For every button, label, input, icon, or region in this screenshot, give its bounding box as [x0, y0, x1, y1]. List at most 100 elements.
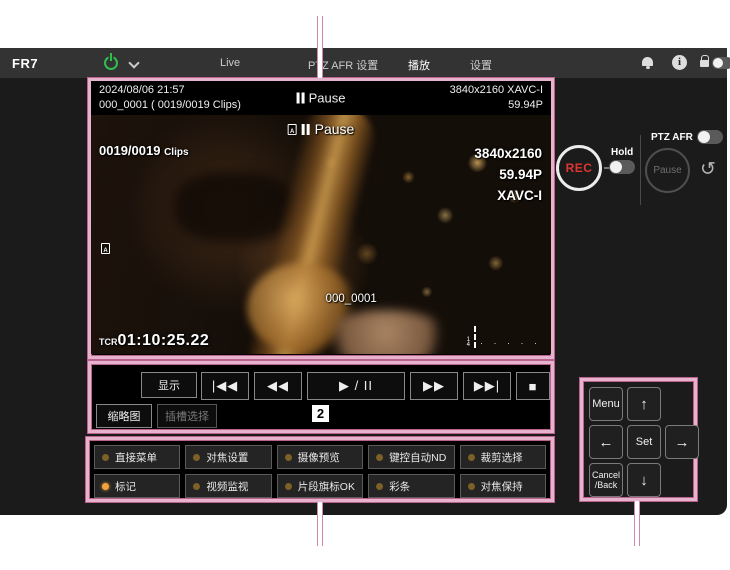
display-button[interactable]: 显示: [141, 372, 197, 398]
framerate-text: 59.94P: [508, 99, 543, 111]
timecode-value: 01:10:25.22: [118, 332, 210, 349]
cancel-back-button[interactable]: Cancel /Back: [589, 463, 623, 497]
assignable-label: 彩条: [389, 479, 410, 494]
assignable-button-rec-review[interactable]: 摄像预览: [277, 445, 363, 469]
lock-icon: [700, 60, 709, 67]
dpad-down-button[interactable]: ↓: [627, 463, 661, 497]
osd-clips-count: 0019/0019: [99, 143, 160, 158]
assignable-button-focus-setting[interactable]: 对焦设置: [185, 445, 271, 469]
led-indicator: [376, 454, 383, 461]
assignable-button-crop-select[interactable]: 裁剪选择: [460, 445, 546, 469]
tab-settings[interactable]: 设置: [470, 57, 492, 73]
assignable-grid: 直接菜单 对焦设置 摄像预览 键控自动ND 裁剪选择 标记: [94, 445, 546, 494]
led-indicator: [376, 483, 383, 490]
menu-button[interactable]: Menu: [589, 387, 623, 421]
rewind-button[interactable]: ◀◀: [254, 372, 302, 400]
media-card-icon: [288, 124, 297, 135]
info-icon[interactable]: [672, 55, 687, 70]
led-indicator: [468, 454, 475, 461]
chevron-down-icon[interactable]: [128, 57, 139, 68]
dpad-panel: Menu ↑ ← Set → Cancel /Back ↓: [580, 378, 697, 501]
fast-forward-button[interactable]: ▶▶: [410, 372, 458, 400]
meter-bar: [474, 326, 476, 348]
assignable-label: 片段旗标OK: [298, 479, 355, 494]
dpad-up-button[interactable]: ↑: [627, 387, 661, 421]
assignable-label: 键控自动ND: [389, 450, 446, 465]
meter-channels: 1 4: [467, 338, 470, 348]
thumbnail-button[interactable]: 缩略图: [96, 404, 152, 428]
media-card-icon: [101, 243, 110, 254]
osd-format-stack: 3840x2160 59.94P XAVC-I: [474, 143, 542, 206]
assignable-button-color-bars[interactable]: 彩条: [368, 474, 454, 498]
assignable-button-marker[interactable]: 标记: [94, 474, 180, 498]
playback-controls-panel: 显示 |◀◀ ◀◀ ▶ / II ▶▶ ▶▶| ■ 缩略图 插槽选择 2: [88, 361, 554, 433]
osd-codec: XAVC-I: [474, 185, 542, 206]
assignable-label: 视频监视: [206, 479, 248, 494]
assignable-label: 裁剪选择: [481, 450, 523, 465]
led-indicator: [285, 454, 292, 461]
assignable-button-focus-hold[interactable]: 对焦保持: [460, 474, 546, 498]
assignable-button-clip-flag-ok[interactable]: 片段旗标OK: [277, 474, 363, 498]
bell-icon[interactable]: [642, 57, 653, 66]
osd-clips-suffix: Clips: [164, 147, 188, 158]
callout-line-top: [317, 16, 323, 78]
tab-live[interactable]: Live: [220, 57, 240, 69]
screenshot-stage: FR7 Live PTZ AFR 设置 播放 设置 REC Hold PTZ A…: [0, 0, 730, 570]
rec-button[interactable]: REC: [556, 145, 602, 191]
led-indicator: [193, 483, 200, 490]
hold-toggle[interactable]: [609, 160, 635, 174]
assignable-button-direct-menu[interactable]: 直接菜单: [94, 445, 180, 469]
osd-timecode: TCR01:10:25.22: [99, 332, 209, 350]
lock-toggle[interactable]: [712, 57, 730, 69]
led-indicator: [102, 454, 109, 461]
ptz-afr-toggle[interactable]: [697, 130, 723, 144]
stop-button[interactable]: ■: [516, 372, 550, 400]
pause-icon: [297, 93, 305, 104]
led-indicator: [285, 483, 292, 490]
led-indicator: [468, 483, 475, 490]
skip-forward-button[interactable]: ▶▶|: [463, 372, 511, 400]
osd-pause-label: Pause: [315, 121, 355, 137]
osd-framerate: 59.94P: [474, 164, 542, 185]
ptz-pause-button[interactable]: Pause: [645, 148, 690, 193]
led-indicator: [193, 454, 200, 461]
skip-back-button[interactable]: |◀◀: [201, 372, 249, 400]
tcr-label: TCR: [99, 337, 118, 347]
pause-icon: [302, 124, 310, 135]
osd-resolution: 3840x2160: [474, 143, 542, 164]
set-button[interactable]: Set: [627, 425, 661, 459]
video-preview[interactable]: Pause 0019/0019 Clips 3840x2160 59.94P X…: [91, 115, 551, 354]
tab-playback[interactable]: 播放: [408, 57, 430, 73]
dpad-right-button[interactable]: →: [665, 425, 699, 459]
callout-number-2: 2: [312, 405, 329, 422]
osd-clip-name: 000_0001: [326, 293, 377, 305]
ptz-reset-icon[interactable]: [700, 158, 716, 181]
assignable-label: 对焦保持: [481, 479, 523, 494]
clip-info-text: 000_0001 ( 0019/0019 Clips): [99, 99, 241, 111]
pause-status-label: Pause: [309, 91, 346, 106]
assignable-label: 对焦设置: [206, 450, 248, 465]
power-icon[interactable]: [104, 56, 118, 70]
monitor-panel: 2024/08/06 21:57 000_0001 ( 0019/0019 Cl…: [88, 78, 554, 359]
controls-divider: [640, 135, 641, 205]
play-pause-button[interactable]: ▶ / II: [307, 372, 405, 400]
osd-clips-counter: 0019/0019 Clips: [99, 143, 189, 158]
assignable-button-video-monitor[interactable]: 视频监视: [185, 474, 271, 498]
pause-status: Pause: [297, 91, 346, 106]
slot-select-button[interactable]: 插槽选择: [157, 404, 217, 428]
assignable-buttons-panel: 直接菜单 对焦设置 摄像预览 键控自动ND 裁剪选择 标记: [86, 437, 554, 502]
meter-dots: · · · · ·: [480, 338, 541, 348]
monitor-infobar: 2024/08/06 21:57 000_0001 ( 0019/0019 Cl…: [91, 81, 551, 115]
led-indicator-on: [102, 483, 109, 490]
datetime-text: 2024/08/06 21:57: [99, 84, 185, 96]
osd-pause: Pause: [288, 121, 355, 137]
top-navbar: FR7 Live PTZ AFR 设置 播放 设置: [0, 48, 727, 78]
audio-level-meter: 1 4 · · · · ·: [467, 326, 541, 348]
assignable-button-auto-nd[interactable]: 键控自动ND: [368, 445, 454, 469]
assignable-label: 标记: [115, 479, 136, 494]
assignable-label: 摄像预览: [298, 450, 340, 465]
dpad-left-button[interactable]: ←: [589, 425, 623, 459]
callout-line-bottom-right: [634, 501, 640, 546]
dpad-grid: Menu ↑ ← Set → Cancel /Back ↓: [589, 387, 688, 492]
assignable-label: 直接菜单: [115, 450, 157, 465]
